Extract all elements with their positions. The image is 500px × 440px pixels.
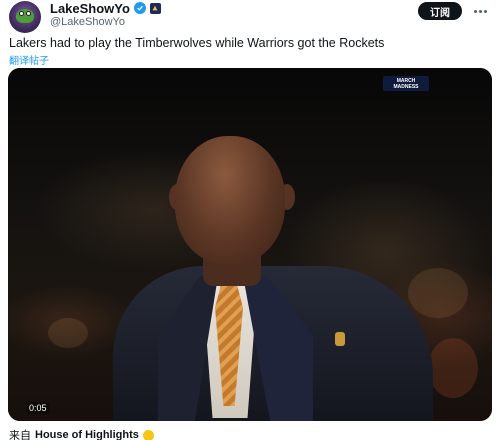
source-prefix: 来自 bbox=[9, 430, 31, 440]
source-channel-link[interactable]: House of Highlights bbox=[35, 429, 139, 440]
subscribe-button[interactable]: 订阅 bbox=[418, 2, 462, 20]
author-display-name[interactable]: LakeShowYo bbox=[50, 1, 130, 16]
affiliate-badge-icon[interactable] bbox=[149, 2, 161, 14]
verified-check-icon bbox=[133, 2, 146, 14]
avatar[interactable] bbox=[9, 1, 41, 33]
gold-badge-icon bbox=[142, 429, 154, 440]
video-source-attribution: 来自 House of Highlights bbox=[9, 427, 154, 440]
tweet-text: Lakers had to play the Timberwolves whil… bbox=[9, 36, 385, 50]
video-duration: 0:05 bbox=[26, 402, 50, 414]
video-player[interactable]: MARCH MADNESS 0:05 bbox=[8, 68, 492, 421]
tweet-header: LakeShowYo @LakeShowYo 订阅 bbox=[0, 0, 500, 33]
march-madness-logo-icon: MARCH MADNESS bbox=[383, 76, 429, 91]
author-name-row: LakeShowYo bbox=[50, 1, 161, 16]
head bbox=[175, 136, 285, 264]
translate-post-link[interactable]: 翻译帖子 bbox=[9, 52, 49, 67]
more-horizontal-icon[interactable] bbox=[470, 3, 490, 19]
lapel-pin bbox=[335, 332, 345, 346]
video-subject-figure bbox=[103, 136, 443, 421]
author-handle[interactable]: @LakeShowYo bbox=[50, 16, 125, 28]
